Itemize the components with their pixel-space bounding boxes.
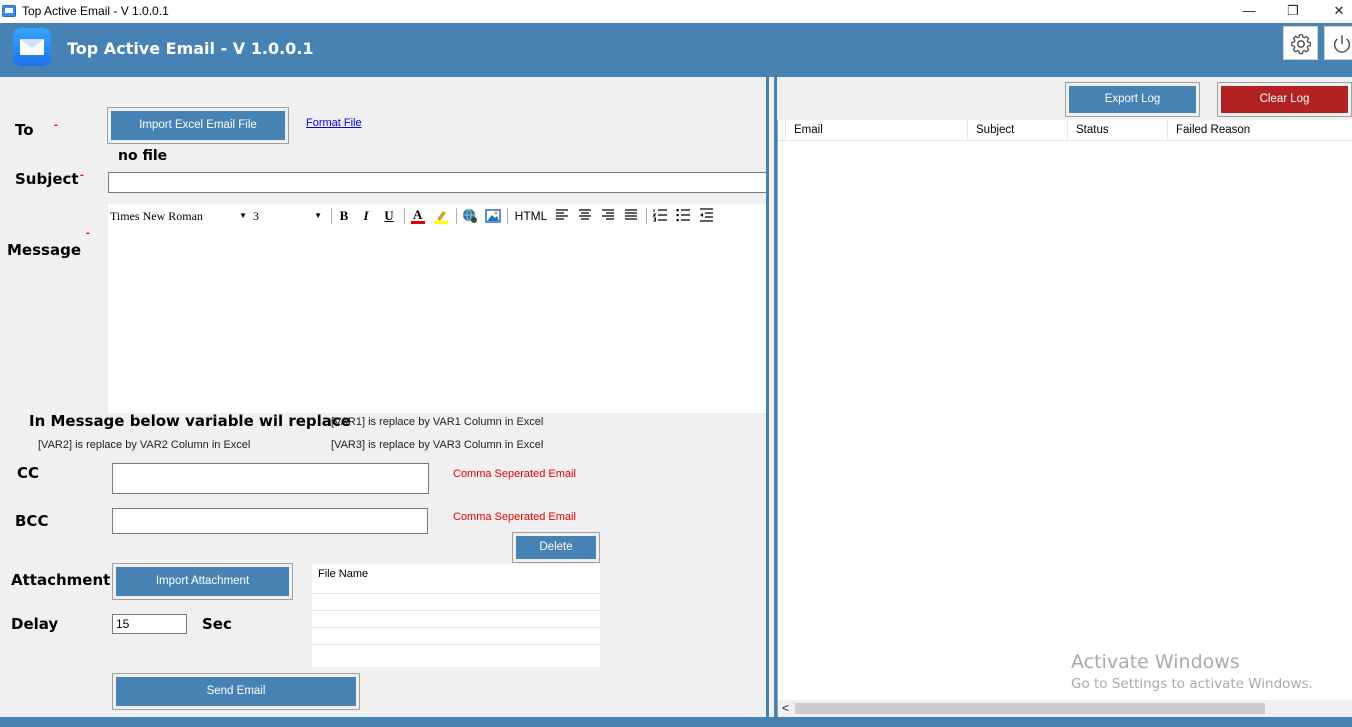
selected-file-name: no file — [118, 148, 168, 164]
message-required-mark: - — [86, 227, 90, 239]
bold-button[interactable]: B — [334, 207, 354, 225]
html-mode-button[interactable]: HTML — [512, 207, 550, 225]
subject-required-mark: - — [80, 169, 84, 181]
gear-icon — [1291, 34, 1311, 55]
window-titlebar: Top Active Email - V 1.0.0.1 — ❐ ✕ — [0, 0, 1352, 23]
column-subject[interactable]: Subject — [968, 120, 1068, 141]
window-title: Top Active Email - V 1.0.0.1 — [22, 4, 169, 18]
log-table-header: Email Subject Status Failed Reason — [778, 120, 1352, 141]
export-log-button[interactable]: Export Log — [1065, 82, 1200, 117]
compose-panel: To - Import Excel Email File Format File… — [0, 77, 768, 717]
app-title: Top Active Email - V 1.0.0.1 — [67, 39, 314, 58]
to-required-mark: - — [54, 119, 58, 131]
font-color-icon: A — [411, 207, 425, 224]
var3-note: [VAR3] is replace by VAR3 Column in Exce… — [331, 439, 544, 451]
delay-input[interactable]: 15 — [112, 614, 187, 634]
subject-input[interactable] — [108, 172, 768, 193]
power-icon — [1333, 35, 1351, 53]
ordered-list-button[interactable] — [650, 207, 670, 225]
subject-label: Subject — [15, 170, 79, 188]
globe-link-icon — [463, 208, 477, 223]
import-excel-button[interactable]: Import Excel Email File — [107, 107, 289, 144]
minimize-button[interactable]: — — [1226, 0, 1272, 23]
column-email[interactable]: Email — [786, 120, 968, 141]
bullet-list-icon — [676, 209, 690, 222]
numbered-list-icon — [652, 209, 667, 222]
status-bar — [0, 717, 1352, 727]
to-label: To — [15, 121, 34, 139]
attachment-grid-row[interactable] — [312, 610, 600, 611]
watermark-line1: Activate Windows — [1071, 651, 1240, 673]
settings-button[interactable] — [1283, 26, 1318, 60]
bullet-list-button[interactable] — [673, 207, 693, 225]
variable-heading: In Message below variable wil replace — [29, 412, 351, 430]
attachment-grid-row[interactable] — [312, 627, 600, 628]
bcc-hint: Comma Seperated Email — [453, 511, 576, 523]
align-center-button[interactable] — [575, 207, 595, 225]
var2-note: [VAR2] is replace by VAR2 Column in Exce… — [38, 439, 251, 451]
font-size-select[interactable]: 3 ▼ — [253, 207, 325, 225]
align-left-icon — [556, 209, 568, 220]
italic-button[interactable]: I — [356, 207, 376, 225]
column-status[interactable]: Status — [1068, 120, 1168, 141]
font-color-button[interactable]: A — [408, 207, 428, 225]
svg-text:A: A — [413, 207, 423, 222]
close-button[interactable]: ✕ — [1316, 0, 1352, 23]
bcc-label: BCC — [15, 512, 49, 530]
send-email-button[interactable]: Send Email — [112, 673, 360, 710]
highlighter-icon — [434, 211, 448, 224]
log-table[interactable]: Email Subject Status Failed Reason < — [777, 120, 1352, 717]
column-failed-reason[interactable]: Failed Reason — [1168, 120, 1352, 141]
delete-attachment-button[interactable]: Delete — [512, 532, 600, 563]
delay-label: Delay — [11, 615, 59, 633]
align-right-button[interactable] — [598, 207, 618, 225]
insert-image-button[interactable] — [483, 207, 503, 225]
cc-hint: Comma Seperated Email — [453, 468, 576, 480]
delay-unit: Sec — [202, 615, 232, 633]
cc-input[interactable] — [112, 463, 429, 494]
app-header: Top Active Email - V 1.0.0.1 — [0, 23, 1352, 77]
power-button[interactable] — [1324, 26, 1352, 60]
align-left-button[interactable] — [552, 207, 572, 225]
image-icon — [485, 209, 501, 223]
align-right-icon — [602, 209, 614, 220]
justify-button[interactable] — [621, 207, 641, 225]
scroll-left-button[interactable]: < — [782, 701, 789, 715]
cc-label: CC — [17, 464, 40, 482]
message-label: Message — [7, 241, 81, 259]
format-file-link[interactable]: Format File — [306, 117, 362, 129]
font-name-select[interactable]: Times New Roman ▼ — [110, 207, 250, 225]
align-center-icon — [579, 209, 591, 220]
bcc-input[interactable] — [112, 508, 428, 534]
restore-button[interactable]: ❐ — [1270, 0, 1316, 23]
log-panel: Export Log Clear Log Email Subject Statu… — [777, 77, 1352, 717]
log-horizontal-scrollbar[interactable]: < — [778, 700, 1352, 717]
attachment-grid-row[interactable] — [312, 644, 600, 645]
var1-note: [VAR1] is replace by VAR1 Column in Exce… — [331, 416, 544, 428]
justify-icon — [625, 209, 637, 220]
outdent-button[interactable] — [696, 207, 716, 225]
scrollbar-thumb[interactable] — [795, 703, 1265, 714]
app-window-icon — [2, 5, 16, 17]
message-editor[interactable] — [108, 228, 766, 413]
attachment-label: Attachment — [11, 571, 111, 589]
insert-link-button[interactable] — [460, 207, 480, 225]
watermark-line2: Go to Settings to activate Windows. — [1071, 676, 1313, 692]
highlight-button[interactable] — [431, 207, 451, 225]
attachment-grid[interactable]: File Name — [312, 564, 600, 667]
mail-icon — [13, 28, 51, 66]
attachment-grid-header: File Name — [318, 568, 369, 580]
activate-windows-watermark: Activate Windows Go to Settings to activ… — [1071, 651, 1313, 692]
import-attachment-button[interactable]: Import Attachment — [112, 563, 293, 600]
outdent-icon — [700, 208, 713, 222]
panel-divider[interactable] — [766, 77, 777, 717]
attachment-grid-row[interactable] — [312, 593, 600, 594]
underline-button[interactable]: U — [379, 207, 399, 225]
editor-toolbar: Times New Roman ▼ 3 ▼ B I U A HTML — [108, 204, 766, 228]
clear-log-button[interactable]: Clear Log — [1217, 82, 1352, 117]
